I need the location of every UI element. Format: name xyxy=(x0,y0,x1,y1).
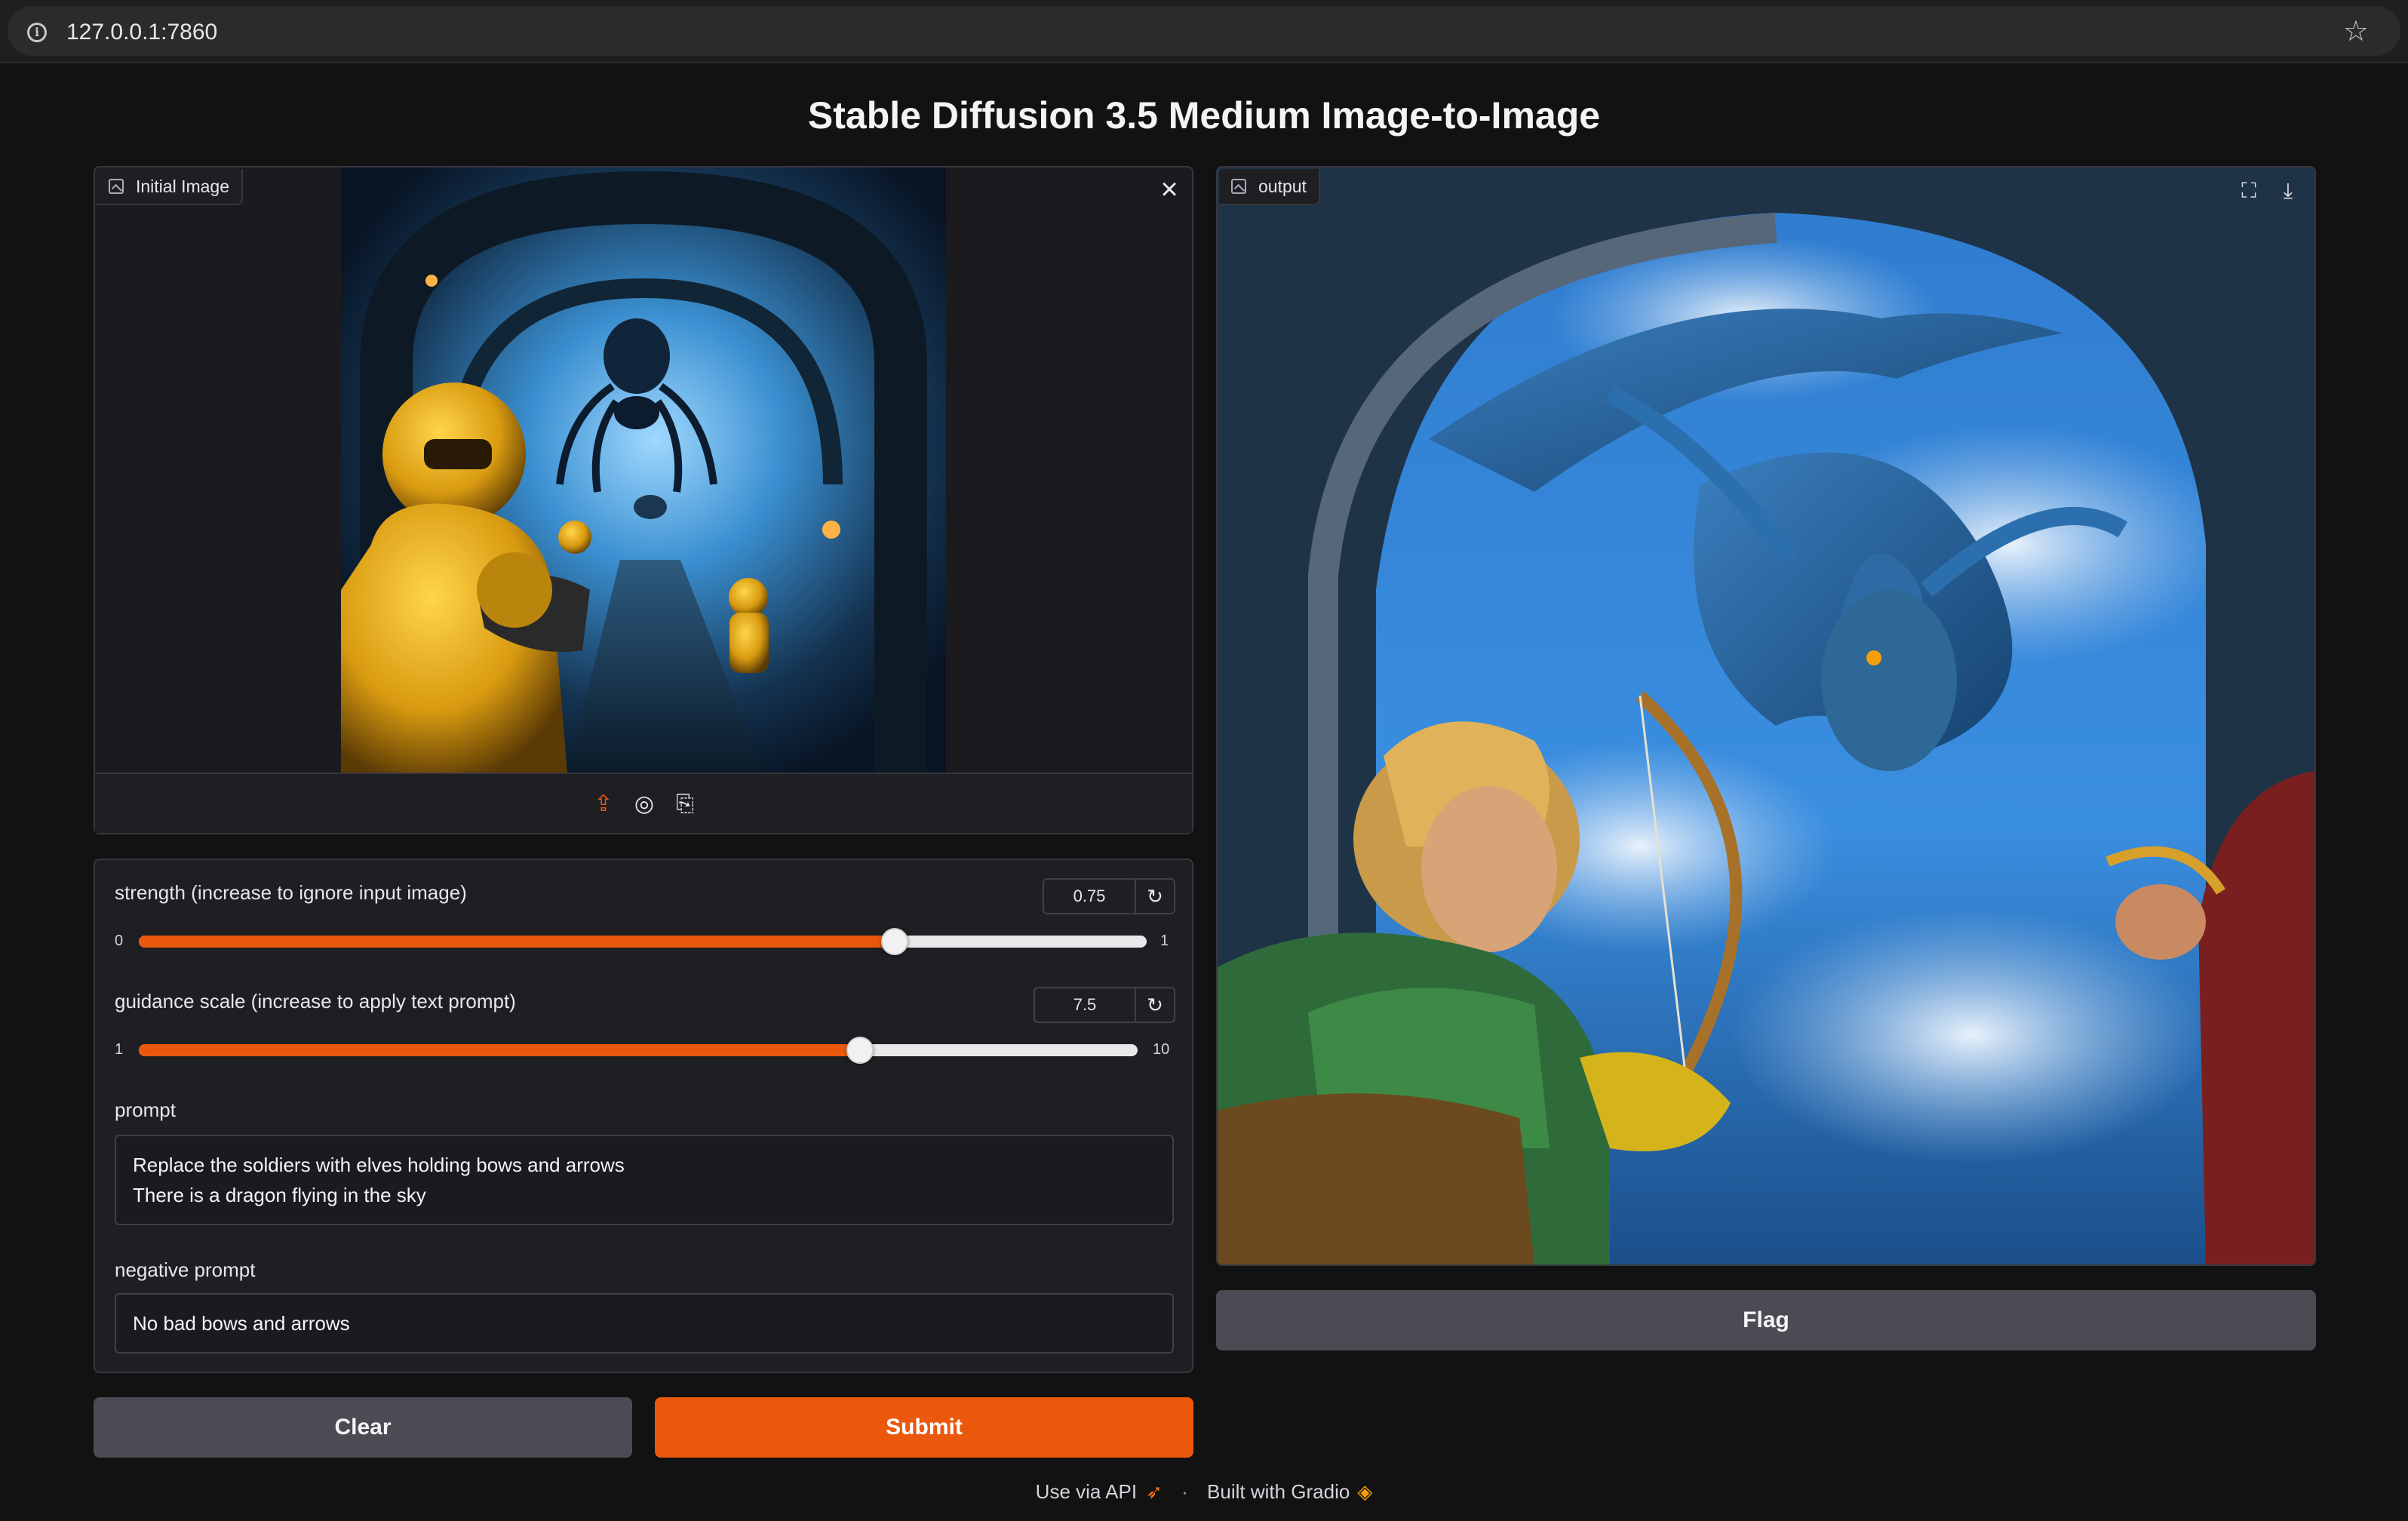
prompt-label: prompt xyxy=(115,1098,176,1121)
strength-number-input[interactable]: 0.75 ↻ xyxy=(1043,878,1175,914)
submit-button[interactable]: Submit xyxy=(655,1397,1193,1458)
reset-icon[interactable]: ↻ xyxy=(1135,880,1174,913)
clear-button[interactable]: Clear xyxy=(94,1397,632,1458)
guidance-number-input[interactable]: 7.5 ↻ xyxy=(1034,987,1175,1023)
guidance-slider-thumb[interactable] xyxy=(846,1037,874,1064)
bookmark-star-icon[interactable]: ☆ xyxy=(2343,17,2369,47)
output-image xyxy=(1218,167,2314,1264)
upload-icon[interactable]: ⇪ xyxy=(590,791,617,818)
prompt-textarea[interactable]: Replace the soldiers with elves holding … xyxy=(115,1135,1174,1225)
address-bar[interactable]: i 127.0.0.1:7860 ☆ xyxy=(8,6,2400,56)
initial-image-label: Initial Image xyxy=(97,169,244,205)
strength-value[interactable]: 0.75 xyxy=(1044,886,1135,906)
controls-panel: strength (increase to ignore input image… xyxy=(94,859,1193,1373)
url-text[interactable]: 127.0.0.1:7860 xyxy=(66,20,217,45)
clipboard-icon[interactable]: ⎘ xyxy=(671,791,699,818)
strength-slider-fill xyxy=(139,936,895,948)
image-source-toolbar: ⇪ ◎ ⎘ xyxy=(95,773,1192,833)
site-info-icon[interactable]: i xyxy=(27,23,47,42)
image-icon xyxy=(109,179,124,194)
strength-min: 0 xyxy=(115,933,124,949)
initial-image xyxy=(341,167,946,773)
image-icon xyxy=(1231,179,1246,194)
page-title: Stable Diffusion 3.5 Medium Image-to-Ima… xyxy=(807,94,1601,137)
sci-fi-scene-image xyxy=(341,167,946,773)
prompt-line-2: There is a dragon flying in the sky xyxy=(133,1184,426,1206)
use-via-api-link[interactable]: Use via API xyxy=(1036,1480,1137,1503)
download-icon[interactable]: ⤓ xyxy=(2272,175,2304,207)
rocket-icon: ➶ xyxy=(1146,1480,1163,1503)
close-icon[interactable]: × xyxy=(1151,172,1187,208)
guidance-label: guidance scale (increase to apply text p… xyxy=(115,990,516,1012)
strength-slider-thumb[interactable] xyxy=(881,928,908,955)
negative-prompt-label: negative prompt xyxy=(115,1258,256,1281)
output-image-panel: output ⛶ ⤓ xyxy=(1216,166,2316,1266)
built-with-gradio-link[interactable]: Built with Gradio xyxy=(1207,1480,1350,1503)
initial-image-panel[interactable]: Initial Image × ⇪ ◎ ⎘ xyxy=(94,166,1193,834)
prompt-line-1: Replace the soldiers with elves holding … xyxy=(133,1154,625,1176)
footer: Use via API ➶ · Built with Gradio ◈ xyxy=(0,1480,2408,1504)
fullscreen-icon[interactable]: ⛶ xyxy=(2233,175,2265,207)
guidance-slider-fill xyxy=(139,1044,861,1056)
negative-prompt-text: No bad bows and arrows xyxy=(133,1312,350,1335)
output-label: output xyxy=(1219,169,1320,205)
strength-max: 1 xyxy=(1160,933,1169,949)
gradio-logo-icon: ◈ xyxy=(1357,1480,1373,1503)
guidance-slider[interactable] xyxy=(139,1037,1138,1064)
browser-bar: i 127.0.0.1:7860 ☆ xyxy=(0,0,2408,63)
strength-label: strength (increase to ignore input image… xyxy=(115,881,467,904)
webcam-icon[interactable]: ◎ xyxy=(631,791,658,818)
reset-icon[interactable]: ↻ xyxy=(1135,988,1174,1022)
guidance-max: 10 xyxy=(1153,1041,1170,1058)
flag-button[interactable]: Flag xyxy=(1216,1290,2316,1350)
strength-slider[interactable] xyxy=(139,928,1147,955)
guidance-min: 1 xyxy=(115,1041,124,1058)
footer-separator: · xyxy=(1181,1480,1188,1503)
guidance-value[interactable]: 7.5 xyxy=(1035,995,1135,1015)
negative-prompt-textarea[interactable]: No bad bows and arrows xyxy=(115,1293,1174,1354)
